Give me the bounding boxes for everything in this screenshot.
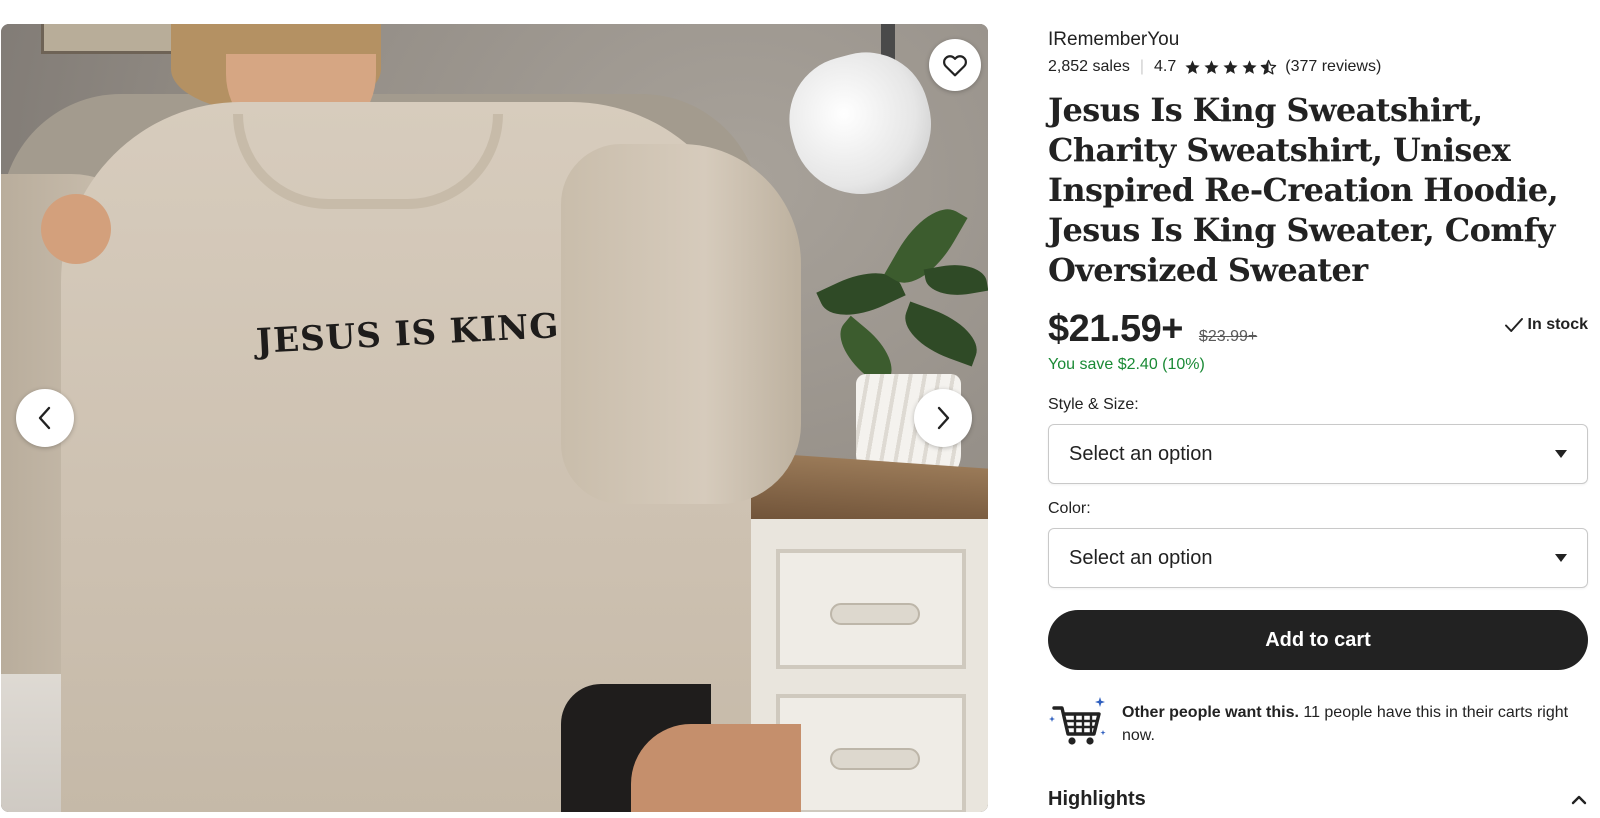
social-proof-headline: Other people want this. <box>1122 704 1299 721</box>
chevron-left-icon <box>38 406 51 430</box>
color-select[interactable]: Select an option <box>1048 528 1588 588</box>
star-icon <box>1185 59 1200 74</box>
current-price: $21.59+ <box>1048 308 1183 350</box>
social-proof-text: Other people want this. 11 people have t… <box>1122 694 1588 754</box>
stock-label: In stock <box>1527 316 1588 333</box>
rating-value: 4.7 <box>1154 58 1177 75</box>
image-drawer <box>776 549 966 669</box>
caret-down-icon <box>1555 450 1567 458</box>
stock-status: In stock <box>1504 316 1588 334</box>
price-row: $21.59+ $23.99+ In stock <box>1048 308 1588 350</box>
color-value: Select an option <box>1069 546 1213 569</box>
image-drawer <box>776 694 966 812</box>
image-leg <box>631 724 801 812</box>
product-image[interactable]: JESUS IS KING <box>1 24 988 812</box>
check-icon <box>1504 318 1523 332</box>
highlights-section-toggle[interactable]: Highlights <box>1048 788 1588 811</box>
image-hand <box>41 194 111 264</box>
color-label: Color: <box>1048 500 1091 517</box>
product-info-panel: IRememberYou 2,852 sales | 4.7 (377 revi… <box>1048 28 1588 810</box>
stats-divider: | <box>1139 58 1144 75</box>
reviews-link[interactable]: (377 reviews) <box>1285 58 1381 76</box>
shop-stats: 2,852 sales | 4.7 (377 reviews) <box>1048 56 1588 78</box>
style-size-select[interactable]: Select an option <box>1048 424 1588 484</box>
caret-down-icon <box>1555 554 1567 562</box>
chevron-up-icon <box>1571 795 1587 804</box>
image-sweater-sleeve-right <box>561 144 801 504</box>
style-size-label: Style & Size: <box>1048 396 1139 413</box>
star-icon <box>1242 59 1257 74</box>
product-title: Jesus Is King Sweatshirt, Charity Sweats… <box>1048 91 1559 289</box>
add-to-cart-button[interactable]: Add to cart <box>1048 610 1588 670</box>
heart-icon <box>943 55 967 77</box>
star-rating <box>1184 59 1279 76</box>
half-star-icon <box>1261 59 1277 75</box>
shopping-cart-icon <box>1049 697 1106 745</box>
social-proof: Other people want this. 11 people have t… <box>1048 694 1588 754</box>
highlights-heading: Highlights <box>1048 788 1146 810</box>
star-icon <box>1223 59 1238 74</box>
style-size-value: Select an option <box>1069 442 1213 465</box>
star-icon <box>1204 59 1219 74</box>
favorite-button[interactable] <box>929 39 981 91</box>
image-wall-frame <box>41 24 191 54</box>
sales-count: 2,852 sales <box>1048 58 1130 75</box>
previous-image-button[interactable] <box>16 389 74 447</box>
original-price: $23.99+ <box>1198 328 1258 345</box>
chevron-right-icon <box>937 406 950 430</box>
next-image-button[interactable] <box>914 389 972 447</box>
savings-text: You save $2.40 (10%) <box>1048 356 1205 373</box>
shop-name-link[interactable]: IRememberYou <box>1048 28 1588 52</box>
